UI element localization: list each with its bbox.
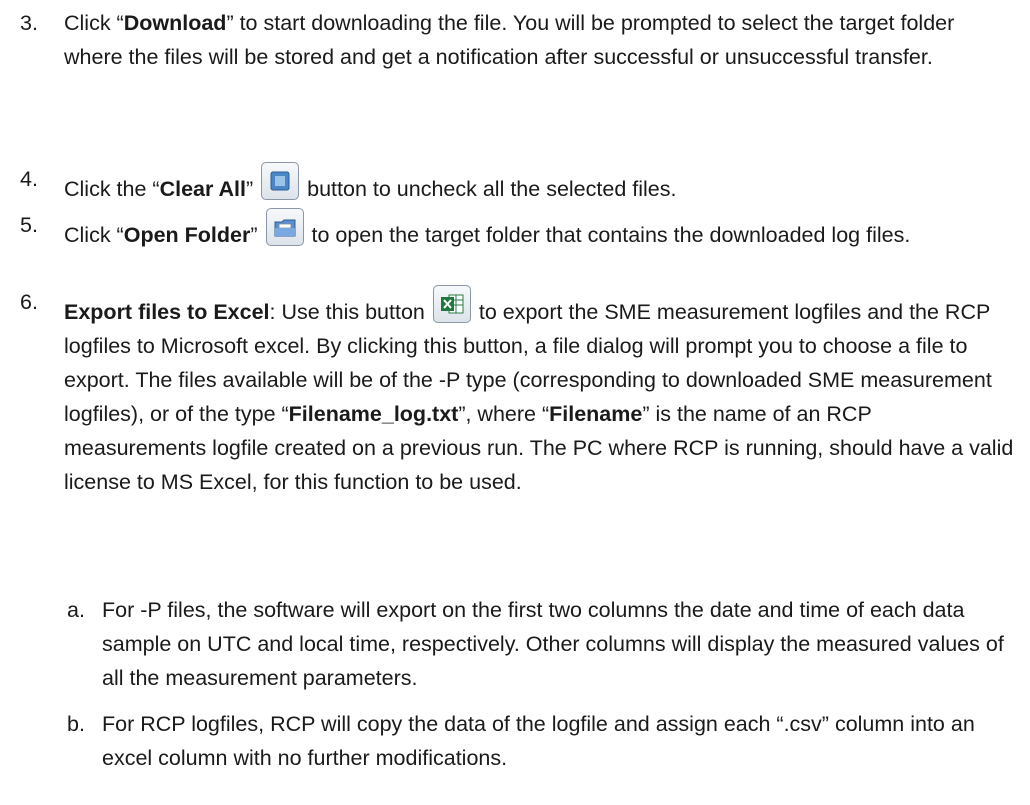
step-number: 6.: [20, 290, 38, 314]
step-text: Click the “Clear All” button to uncheck …: [64, 162, 1018, 206]
substep-text: For -P files, the software will export o…: [102, 598, 1004, 690]
step-4: 4. Click the “Clear All” button to unche…: [20, 162, 1018, 206]
step-5: 5. Click “Open Folder” to open the targe…: [20, 208, 1018, 252]
clear-all-icon: [261, 162, 300, 200]
substep-letter: a.: [67, 598, 85, 622]
substep-text: For RCP logfiles, RCP will copy the data…: [102, 712, 975, 770]
step-number: 3.: [20, 11, 38, 35]
substep-a: a. For -P files, the software will expor…: [67, 593, 1018, 695]
step-text: Click “Download” to start downloading th…: [64, 11, 955, 69]
substep-letter: b.: [67, 712, 85, 736]
step-number: 5.: [20, 213, 38, 237]
step-3: 3. Click “Download” to start downloading…: [20, 6, 1018, 74]
open-folder-icon: [265, 208, 304, 246]
step-number: 4.: [20, 167, 38, 191]
filename-log-label: Filename_log.txt: [288, 402, 459, 426]
step-text: Export files to Excel: Use this button t…: [64, 285, 1018, 499]
step-text: Click “Open Folder” to open the target f…: [64, 208, 1018, 252]
download-label: Download: [123, 11, 227, 35]
export-title: Export files to Excel: [64, 300, 270, 324]
excel-export-icon: [432, 285, 471, 323]
clear-all-label: Clear All: [159, 177, 247, 201]
open-folder-label: Open Folder: [123, 223, 251, 247]
filename-label: Filename: [549, 402, 643, 426]
step-6: 6. Export files to Excel: Use this butto…: [20, 285, 1018, 499]
document-page: { "colors": { "text": "#1a1a1a", "icon_b…: [0, 0, 1030, 805]
substep-b: b. For RCP logfiles, RCP will copy the d…: [67, 707, 1018, 775]
